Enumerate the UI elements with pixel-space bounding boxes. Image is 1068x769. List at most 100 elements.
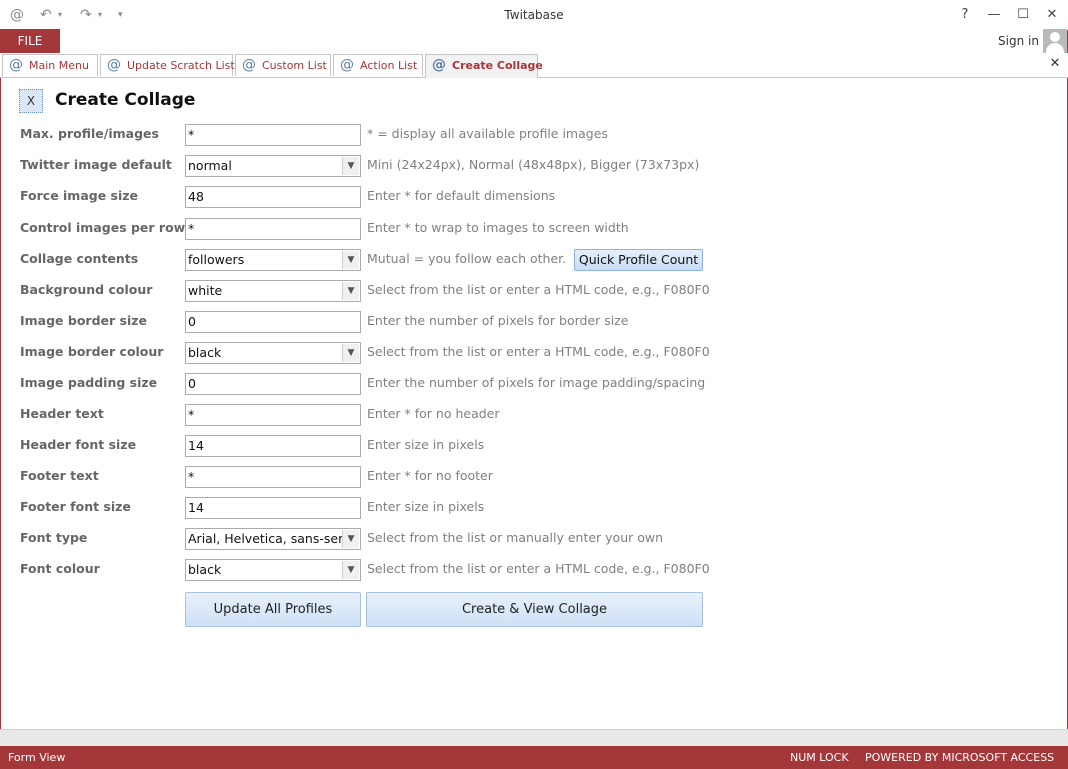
tab-update-scratch-list[interactable]: @ Update Scratch List [100,54,235,76]
row-footer-text: Footer text * Enter * for no footer [0,464,1068,488]
header-text-input[interactable]: * [185,404,361,426]
field-hint: Enter size in pixels [367,437,485,452]
sign-in-link[interactable]: Sign in [998,34,1039,48]
document-tab-strip: @ Main Menu @ Update Scratch List @ Cust… [0,53,1068,78]
tab-main-menu[interactable]: @ Main Menu [2,54,98,76]
view-mode-label: Form View [8,751,66,764]
image-border-size-input[interactable]: 0 [185,311,361,333]
close-window-button[interactable]: ✕ [1041,5,1063,25]
row-force-image-size: Force image size 48 Enter * for default … [0,184,1068,208]
field-label: Footer font size [20,499,131,514]
force-image-size-input[interactable]: 48 [185,186,361,208]
select-value: black [188,345,222,360]
field-hint: Select from the list or enter a HTML cod… [367,344,710,359]
quick-profile-count-button[interactable]: Quick Profile Count [574,249,703,271]
close-tab-icon[interactable]: ✕ [1048,56,1062,71]
tab-action-list[interactable]: @ Action List [333,54,423,76]
row-image-border-colour: Image border colour black ▼ Select from … [0,340,1068,364]
tab-label: Custom List [262,59,327,72]
twitter-image-default-select[interactable]: normal ▼ [185,155,361,177]
title-bar: @ ↶ ▾ ↷ ▾ ▾ Twitabase ? — ☐ ✕ [0,0,1068,30]
select-value: Arial, Helvetica, sans-serif [188,531,352,546]
row-footer-font-size: Footer font size 14 Enter size in pixels [0,495,1068,519]
window-title: Twitabase [504,8,564,22]
form-icon: @ [9,57,23,73]
dropdown-arrow-icon[interactable]: ▼ [342,251,359,269]
dropdown-arrow-icon[interactable]: ▼ [342,561,359,579]
select-value: followers [188,252,245,267]
max-profile-images-input[interactable]: * [185,124,361,146]
update-all-profiles-button[interactable]: Update All Profiles [185,592,361,627]
row-font-colour: Font colour black ▼ Select from the list… [0,557,1068,581]
num-lock-indicator: NUM LOCK [790,751,849,764]
font-type-select[interactable]: Arial, Helvetica, sans-serif ▼ [185,528,361,550]
field-label: Collage contents [20,251,139,266]
field-label: Image border size [20,313,148,328]
header-font-size-input[interactable]: 14 [185,435,361,457]
field-label: Force image size [20,188,139,203]
field-label: Font type [20,530,88,545]
field-hint: Enter * for default dimensions [367,188,556,203]
tab-label: Action List [360,59,418,72]
footer-text-input[interactable]: * [185,466,361,488]
row-background-colour: Background colour white ▼ Select from th… [0,278,1068,302]
dropdown-arrow-icon[interactable]: ▼ [342,282,359,300]
create-view-collage-button[interactable]: Create & View Collage [366,592,703,627]
horizontal-scrollbar[interactable] [0,729,1068,747]
tab-label: Main Menu [29,59,89,72]
field-hint: Enter * to wrap to images to screen widt… [367,220,629,235]
row-header-text: Header text * Enter * for no header [0,402,1068,426]
form-close-button[interactable]: X [19,89,43,113]
row-font-type: Font type Arial, Helvetica, sans-serif ▼… [0,526,1068,550]
footer-font-size-input[interactable]: 14 [185,497,361,519]
field-label: Image border colour [20,344,164,359]
field-label: Header font size [20,437,137,452]
dropdown-arrow-icon[interactable]: ▼ [342,344,359,362]
select-value: normal [188,158,232,173]
background-colour-select[interactable]: white ▼ [185,280,361,302]
field-hint: Enter the number of pixels for border si… [367,313,629,328]
field-label: Max. profile/images [20,126,159,141]
collage-contents-select[interactable]: followers ▼ [185,249,361,271]
row-image-border-size: Image border size 0 Enter the number of … [0,309,1068,333]
control-images-per-row-input[interactable]: * [185,218,361,240]
form-icon: @ [432,57,446,73]
file-tab[interactable]: FILE [0,29,60,53]
status-bar: Form View NUM LOCK POWERED BY MICROSOFT … [0,746,1068,769]
form-icon: @ [107,57,121,73]
maximize-button[interactable]: ☐ [1012,5,1034,25]
tab-custom-list[interactable]: @ Custom List [235,54,331,76]
field-label: Background colour [20,282,153,297]
form-icon: @ [340,57,354,73]
user-avatar-icon[interactable] [1043,29,1067,53]
select-value: white [188,283,223,298]
field-label: Image padding size [20,375,158,390]
field-hint: Enter * for no header [367,406,500,421]
help-button[interactable]: ? [954,5,976,25]
dropdown-arrow-icon[interactable]: ▼ [342,530,359,548]
form-icon: @ [242,57,256,73]
image-padding-size-input[interactable]: 0 [185,373,361,395]
field-hint: Select from the list or enter a HTML cod… [367,561,710,576]
row-max-profile-images: Max. profile/images * * = display all av… [0,122,1068,146]
font-colour-select[interactable]: black ▼ [185,559,361,581]
row-image-padding-size: Image padding size 0 Enter the number of… [0,371,1068,395]
field-label: Footer text [20,468,99,483]
field-label: Header text [20,406,104,421]
field-hint: Enter * for no footer [367,468,493,483]
field-hint: * = display all available profile images [367,126,608,141]
image-border-colour-select[interactable]: black ▼ [185,342,361,364]
tab-label: Update Scratch List [127,59,235,72]
form-title: Create Collage [55,90,196,110]
field-hint: Mutual = you follow each other. [367,251,567,266]
field-hint: Select from the list or enter a HTML cod… [367,282,710,297]
row-header-font-size: Header font size 14 Enter size in pixels [0,433,1068,457]
minimize-button[interactable]: — [983,5,1005,25]
dropdown-arrow-icon[interactable]: ▼ [342,157,359,175]
row-collage-contents: Collage contents followers ▼ Mutual = yo… [0,247,1068,271]
tab-label: Create Collage [452,59,543,72]
tab-create-collage[interactable]: @ Create Collage [425,54,543,78]
field-hint: Enter size in pixels [367,499,485,514]
row-twitter-image-default: Twitter image default normal ▼ Mini (24x… [0,153,1068,177]
field-label: Font colour [20,561,100,576]
